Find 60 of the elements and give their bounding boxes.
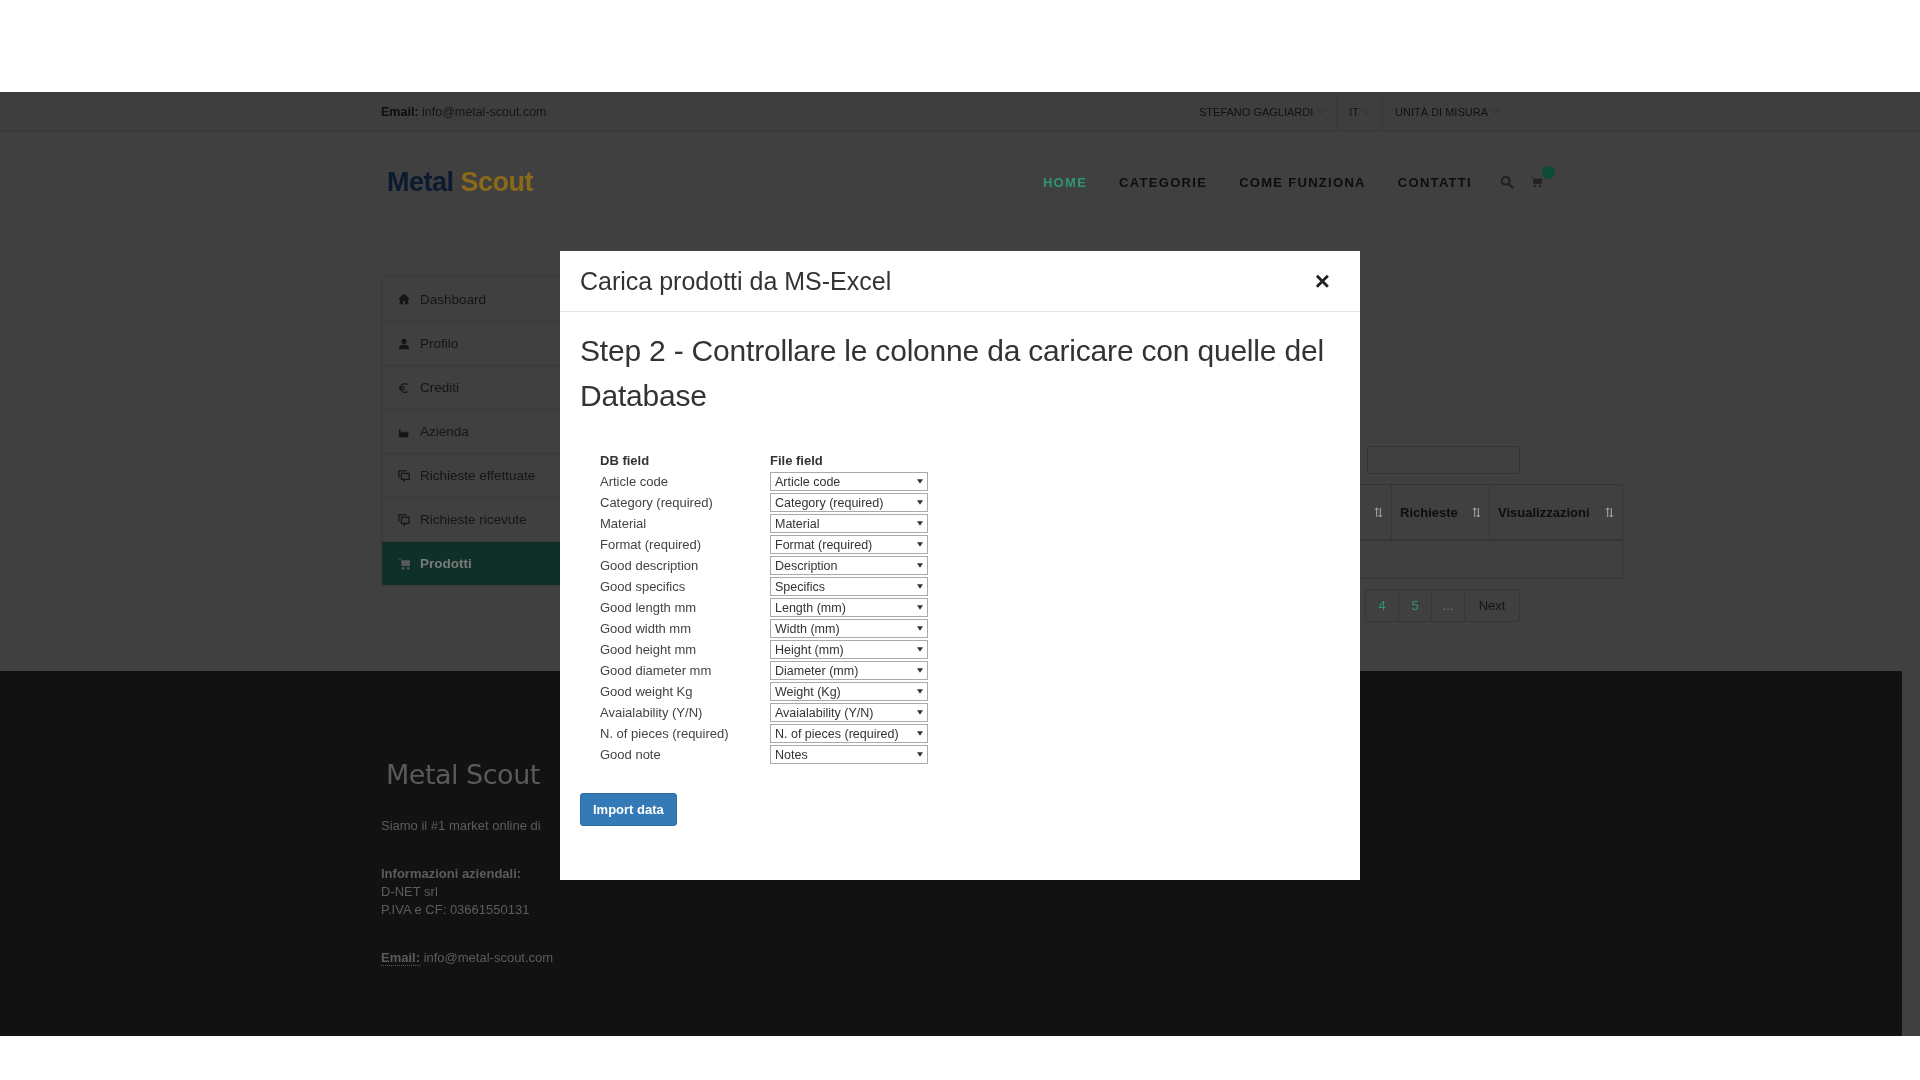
- footer-logo: Metal Scout: [386, 759, 540, 790]
- cart-icon: [398, 557, 410, 570]
- caret-icon: [917, 500, 923, 505]
- db-field-label: N. of pieces (required): [600, 726, 730, 741]
- select-field[interactable]: Article code: [770, 472, 928, 491]
- caret-icon: [917, 752, 923, 757]
- sort-icon[interactable]: [1605, 506, 1614, 518]
- db-field-label: Good height mm: [600, 642, 698, 657]
- caret-icon: [917, 626, 923, 631]
- comments-icon: [398, 513, 410, 526]
- caret-icon: [917, 563, 923, 568]
- select-field[interactable]: Material: [770, 514, 928, 533]
- select-field[interactable]: Diameter (mm): [770, 661, 928, 680]
- caret-icon: [917, 521, 923, 526]
- caret-icon: [917, 647, 923, 652]
- db-field-label: Good weight Kg: [600, 684, 694, 699]
- caret-icon: [917, 542, 923, 547]
- select-field[interactable]: Height (mm): [770, 640, 928, 659]
- company-info: D-NET srl: [381, 884, 438, 899]
- close-button[interactable]: ×: [1304, 268, 1340, 294]
- caret-icon: [917, 605, 923, 610]
- select-field[interactable]: Category (required): [770, 493, 928, 512]
- column-header: File field: [770, 453, 823, 468]
- select-field[interactable]: Length (mm): [770, 598, 928, 617]
- comments-icon: [398, 469, 410, 482]
- caret-icon: [917, 731, 923, 736]
- caret-icon: [917, 689, 923, 694]
- tagline: Siamo il #1 market online di: [381, 818, 541, 833]
- db-field-label: Good diameter mm: [600, 663, 713, 678]
- db-field-label: Avaialability (Y/N): [600, 705, 704, 720]
- db-field-label: Good width mm: [600, 621, 693, 636]
- page-link[interactable]: 4: [1366, 590, 1398, 621]
- select-field[interactable]: Format (required): [770, 535, 928, 554]
- home-icon: [398, 293, 410, 305]
- company-info: P.IVA e CF: 03661550131: [381, 902, 530, 917]
- select-field[interactable]: Width (mm): [770, 619, 928, 638]
- caret-icon: [917, 584, 923, 589]
- db-field-label: Good note: [600, 747, 662, 762]
- db-field-label: Good length mm: [600, 600, 698, 615]
- select-field[interactable]: Avaialability (Y/N): [770, 703, 928, 722]
- select-field[interactable]: Notes: [770, 745, 928, 764]
- page-link[interactable]: 5: [1398, 590, 1431, 621]
- sort-icon[interactable]: [1472, 506, 1481, 518]
- caret-icon: [917, 668, 923, 673]
- footer-email: Email: info@metal-scout.com: [381, 950, 554, 965]
- select-field[interactable]: N. of pieces (required): [770, 724, 928, 743]
- company-label: Informazioni aziendali:: [381, 866, 522, 881]
- select-field[interactable]: Specifics: [770, 577, 928, 596]
- caret-icon: [917, 710, 923, 715]
- import-button[interactable]: Import data: [580, 793, 677, 826]
- user-icon: [398, 337, 410, 350]
- page-link[interactable]: ...: [1431, 590, 1464, 621]
- select-field[interactable]: Description: [770, 556, 928, 575]
- sort-icon[interactable]: [1374, 506, 1383, 518]
- euro-icon: [398, 381, 410, 394]
- modal-title: Carica prodotti da MS-Excel: [580, 266, 892, 296]
- nav-link[interactable]: HOME: [1042, 174, 1088, 190]
- caret-icon: [917, 479, 923, 484]
- select-field[interactable]: Weight (Kg): [770, 682, 928, 701]
- cart-badge: [1542, 166, 1555, 179]
